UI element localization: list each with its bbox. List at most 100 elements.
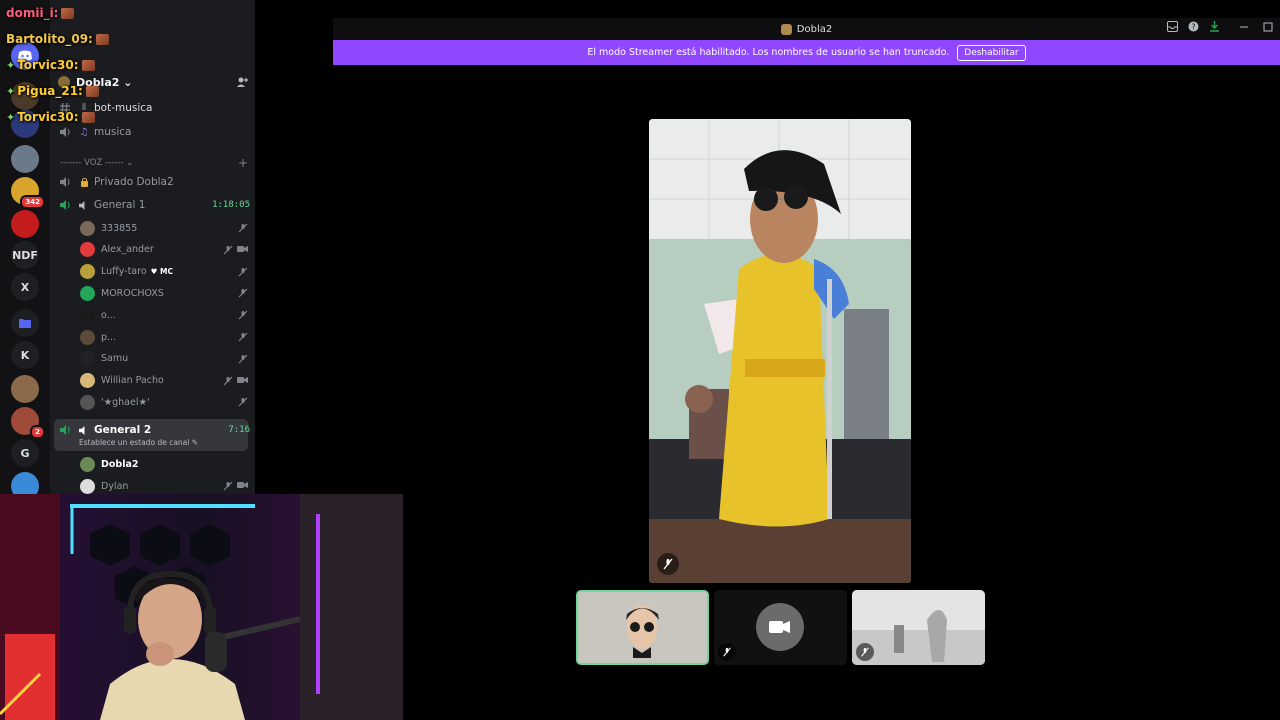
user-name: o... <box>101 309 116 321</box>
chat-username: Torvic30: <box>17 58 79 72</box>
avatar <box>80 351 95 367</box>
avatar <box>80 220 95 236</box>
emote-icon <box>81 59 95 71</box>
voice-user[interactable]: Alex_ander <box>80 241 248 259</box>
participant-tile-1[interactable] <box>576 590 709 665</box>
server-list: 342 NDF X K 2 G <box>0 0 50 500</box>
speaker-active-icon <box>58 423 72 437</box>
user-name: MOROCHOXS <box>101 287 164 299</box>
guild-icon <box>780 23 792 35</box>
server-avatar-5[interactable] <box>11 210 39 238</box>
muted-mic-icon <box>238 332 248 342</box>
chat-message: ✦ Torvic30: <box>6 110 95 124</box>
chat-username: domii_i: <box>6 6 59 20</box>
voice-user[interactable]: Luffy-taro ♥ MC <box>80 263 248 281</box>
voice-user[interactable]: Willian Pacho <box>80 372 248 390</box>
call-timer: 7:16 <box>228 425 250 435</box>
server-avatar-6[interactable] <box>11 375 39 403</box>
banner-text: El modo Streamer está habilitado. Los no… <box>587 47 950 58</box>
download-icon[interactable] <box>1209 21 1220 32</box>
user-tag: ♥ MC <box>150 267 173 277</box>
channel-label: General 2 <box>94 424 152 436</box>
add-channel-icon[interactable]: + <box>238 156 248 170</box>
user-name: Dobla2 <box>101 458 139 470</box>
disable-streamer-button[interactable]: Deshabilitar <box>957 44 1026 61</box>
server-ndf[interactable]: NDF <box>11 241 39 269</box>
help-icon[interactable]: ? <box>1188 21 1199 32</box>
server-k[interactable]: K <box>11 341 39 369</box>
maximize-icon[interactable] <box>1262 22 1274 32</box>
chat-message: Bartolito_09: <box>6 32 109 46</box>
muted-mic-icon <box>238 223 248 233</box>
channel-general-1[interactable]: General 1 1:18:05 <box>58 195 250 215</box>
add-member-icon[interactable] <box>236 76 248 88</box>
chat-username: Bartolito_09: <box>6 32 93 46</box>
user-name: Luffy-taro <box>101 266 147 278</box>
unread-badge: 342 <box>20 195 45 209</box>
folder-icon[interactable] <box>11 309 39 337</box>
chat-message: ✦ Pigua_21: <box>6 84 99 98</box>
channel-label: musica <box>94 126 132 138</box>
muted-mic-icon <box>238 267 248 277</box>
voice-user[interactable]: o... <box>80 306 248 324</box>
sparkle-icon: ✦ <box>6 84 16 98</box>
channel-label: Privado Dobla2 <box>94 176 174 188</box>
unread-badge: 2 <box>30 425 45 439</box>
call-timer: 1:18:05 <box>212 200 250 210</box>
speaker-active-icon <box>58 198 72 212</box>
voice-user[interactable]: '★ghael★' <box>80 393 248 411</box>
inbox-icon[interactable] <box>1167 21 1178 32</box>
participant-tile-3[interactable] <box>852 590 985 665</box>
emote-icon <box>81 111 95 123</box>
avatar <box>80 394 95 410</box>
user-name: Alex_ander <box>101 244 154 256</box>
muted-mic-icon <box>223 481 233 491</box>
chat-username: Pigua_21: <box>17 84 83 98</box>
title-bar: Dobla2 ? <box>333 18 1280 40</box>
minimize-icon[interactable] <box>1230 22 1252 32</box>
camera-icon <box>237 482 248 488</box>
video-frame <box>649 119 911 583</box>
window-title: Dobla2 <box>796 23 833 35</box>
voice-user[interactable]: Samu <box>80 350 248 368</box>
participant-tile-2[interactable] <box>714 590 847 665</box>
voice-user[interactable]: 333855 <box>80 219 248 237</box>
muted-mic-icon <box>238 288 248 298</box>
speaker-icon <box>58 125 72 139</box>
svg-text:?: ? <box>1191 23 1195 32</box>
voice-user[interactable]: p... <box>80 328 248 346</box>
camera-icon <box>237 376 248 383</box>
user-name: Willian Pacho <box>101 375 164 387</box>
muted-mic-icon <box>238 310 248 320</box>
speaker-icon <box>78 425 90 435</box>
avatar <box>80 264 95 280</box>
channel-status-hint[interactable]: Establece un estado de canal ✎ <box>79 438 198 447</box>
avatar <box>80 478 95 494</box>
main-video-stream[interactable] <box>649 119 911 583</box>
channel-musica[interactable]: ♫ musica <box>58 122 250 142</box>
muted-mic-icon <box>856 643 874 661</box>
sparkle-icon: ✦ <box>6 110 16 124</box>
server-g[interactable]: G <box>11 439 39 467</box>
voice-user-dylan[interactable]: Dylan <box>80 477 248 495</box>
user-name: Samu <box>101 353 129 365</box>
user-name: Dylan <box>101 480 129 492</box>
sparkle-icon: ✦ <box>6 58 16 72</box>
user-name: p... <box>101 331 117 343</box>
server-avatar-7[interactable]: 2 <box>11 407 45 439</box>
server-avatar-3[interactable] <box>11 145 39 173</box>
server-x[interactable]: X <box>11 273 39 301</box>
avatar <box>80 373 95 389</box>
emote-icon <box>85 85 99 97</box>
server-avatar-4[interactable]: 342 <box>11 177 45 209</box>
channel-general-2[interactable]: General 2 7:16 <box>58 420 250 440</box>
chat-message: ✦ Torvic30: <box>6 58 95 72</box>
webcam-image <box>0 494 403 720</box>
avatar <box>80 329 95 345</box>
voice-user-dobla2[interactable]: Dobla2 <box>80 455 248 473</box>
voice-category[interactable]: ------- VOZ ------ ⌄ + <box>60 155 248 171</box>
channel-privado[interactable]: Privado Dobla2 <box>58 172 250 192</box>
lock-icon <box>78 177 90 187</box>
muted-mic-icon <box>718 643 736 661</box>
voice-user[interactable]: MOROCHOXS <box>80 284 248 302</box>
